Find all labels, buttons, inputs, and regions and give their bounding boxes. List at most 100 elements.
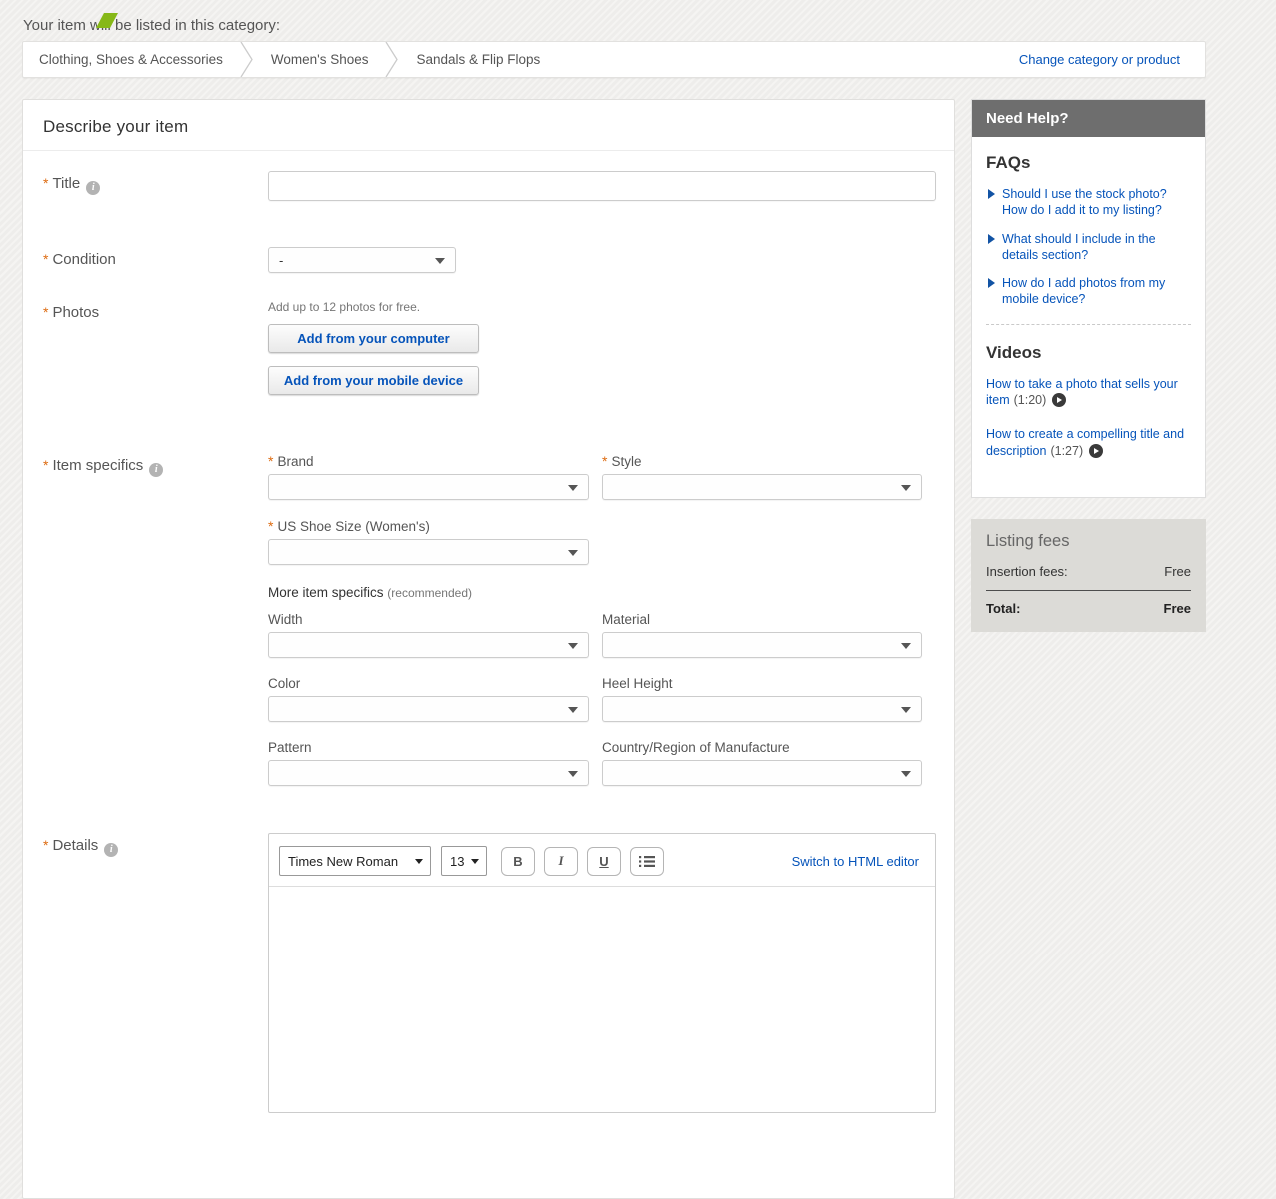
add-from-computer-button[interactable]: Add from your computer — [268, 324, 479, 353]
bullet-list-button[interactable] — [630, 847, 664, 876]
chevron-right-icon — [384, 42, 400, 77]
insertion-fees-label: Insertion fees: — [986, 564, 1068, 579]
details-editor: Times New Roman 13 B I U — [268, 833, 936, 1113]
faq-link[interactable]: What should I include in the details sec… — [1002, 231, 1191, 264]
style-dropdown[interactable] — [602, 474, 922, 500]
category-intro-text: Your item will be listed in this categor… — [23, 17, 1276, 34]
dropdown-caret-icon — [901, 485, 911, 491]
panel-header: Describe your item — [23, 100, 954, 151]
required-marker: * — [43, 175, 48, 191]
info-icon[interactable]: i — [149, 463, 163, 477]
font-family-select[interactable]: Times New Roman — [279, 846, 431, 876]
faq-link[interactable]: How do I add photos from my mobile devic… — [1002, 275, 1191, 308]
listing-fees-title: Listing fees — [986, 532, 1191, 551]
video-link[interactable]: How to create a compelling title and des… — [986, 427, 1184, 458]
listing-fees-panel: Listing fees Insertion fees: Free Total:… — [971, 519, 1206, 632]
title-input[interactable] — [268, 171, 936, 201]
condition-dropdown[interactable]: - — [268, 247, 456, 273]
videos-title: Videos — [986, 343, 1191, 363]
photos-label: Photos — [52, 304, 99, 321]
details-editor-content[interactable] — [269, 887, 935, 1087]
dropdown-caret-icon — [568, 771, 578, 777]
editor-toolbar: Times New Roman 13 B I U — [269, 834, 935, 887]
heel-height-dropdown[interactable] — [602, 696, 922, 722]
details-label-row: *Detailsi — [43, 833, 268, 1113]
details-label: Details — [52, 837, 98, 854]
condition-label-row: *Condition — [43, 247, 268, 273]
item-specifics-label-row: *Item specificsi — [43, 453, 268, 804]
spec-shoe-size: * US Shoe Size (Women's) — [268, 518, 589, 565]
title-label-row: *Titlei — [43, 171, 268, 201]
page-title: Describe your item — [43, 117, 934, 137]
style-label: Style — [611, 454, 641, 469]
required-marker: * — [602, 453, 607, 469]
material-dropdown[interactable] — [602, 632, 922, 658]
condition-selected-value: - — [279, 253, 283, 268]
need-help-header: Need Help? — [972, 100, 1205, 137]
video-duration: (1:27) — [1050, 444, 1083, 458]
bullet-list-icon — [639, 855, 655, 868]
spec-width: Width — [268, 612, 589, 658]
shoe-size-dropdown[interactable] — [268, 539, 589, 565]
play-icon[interactable] — [1089, 444, 1103, 458]
video-item-title[interactable]: How to create a compelling title and des… — [986, 426, 1191, 460]
need-help-panel: Need Help? FAQs Should I use the stock p… — [971, 99, 1206, 498]
more-heading-text: More item specifics — [268, 585, 384, 600]
title-label: Title — [52, 175, 80, 192]
breadcrumb-item-category[interactable]: Clothing, Shoes & Accessories — [23, 42, 239, 77]
country-label: Country/Region of Manufacture — [602, 740, 922, 755]
sidebar: Need Help? FAQs Should I use the stock p… — [971, 99, 1206, 632]
pattern-label: Pattern — [268, 740, 589, 755]
pattern-dropdown[interactable] — [268, 760, 589, 786]
dropdown-caret-icon — [568, 707, 578, 713]
required-marker: * — [268, 518, 273, 534]
heel-height-label: Heel Height — [602, 676, 922, 691]
font-size-select[interactable]: 13 — [441, 846, 487, 876]
photos-label-row: *Photos — [43, 300, 268, 408]
breadcrumb-item-leaf[interactable]: Sandals & Flip Flops — [400, 42, 556, 77]
arrow-right-icon — [988, 189, 995, 199]
arrow-right-icon — [988, 234, 995, 244]
bold-button[interactable]: B — [501, 847, 535, 876]
insertion-fees-value: Free — [1164, 564, 1191, 579]
italic-button[interactable]: I — [544, 847, 578, 876]
dropdown-caret-icon — [435, 258, 445, 264]
width-dropdown[interactable] — [268, 632, 589, 658]
total-value: Free — [1164, 601, 1191, 616]
spec-brand: * Brand — [268, 453, 589, 500]
brand-label: Brand — [277, 454, 313, 469]
video-item-photo[interactable]: How to take a photo that sells your item… — [986, 376, 1191, 410]
change-category-link[interactable]: Change category or product — [1019, 42, 1205, 77]
total-fees-row: Total: Free — [986, 591, 1191, 616]
spec-country: Country/Region of Manufacture — [602, 740, 922, 786]
info-icon[interactable]: i — [104, 843, 118, 857]
spec-heel-height: Heel Height — [602, 676, 922, 722]
faq-link[interactable]: Should I use the stock photo? How do I a… — [1002, 186, 1191, 219]
info-icon[interactable]: i — [86, 181, 100, 195]
arrow-right-icon — [988, 278, 995, 288]
shoe-size-label: US Shoe Size (Women's) — [277, 519, 429, 534]
faq-item-stock-photo[interactable]: Should I use the stock photo? How do I a… — [986, 186, 1191, 219]
faq-item-details-section[interactable]: What should I include in the details sec… — [986, 231, 1191, 264]
spec-color: Color — [268, 676, 589, 722]
color-label: Color — [268, 676, 589, 691]
add-from-mobile-button[interactable]: Add from your mobile device — [268, 366, 479, 395]
breadcrumb-item-subcategory[interactable]: Women's Shoes — [255, 42, 385, 77]
select-caret-icon — [471, 859, 479, 864]
brand-dropdown[interactable] — [268, 474, 589, 500]
dropdown-caret-icon — [901, 771, 911, 777]
required-marker: * — [268, 453, 273, 469]
play-icon[interactable] — [1052, 393, 1066, 407]
faqs-title: FAQs — [986, 153, 1191, 173]
recommended-note: (recommended) — [387, 586, 472, 600]
faq-item-mobile-photos[interactable]: How do I add photos from my mobile devic… — [986, 275, 1191, 308]
breadcrumb-spacer — [556, 42, 1019, 77]
spec-empty — [602, 518, 922, 565]
color-dropdown[interactable] — [268, 696, 589, 722]
switch-html-editor-link[interactable]: Switch to HTML editor — [792, 854, 923, 869]
required-marker: * — [43, 457, 48, 473]
country-dropdown[interactable] — [602, 760, 922, 786]
width-label: Width — [268, 612, 589, 627]
spec-pattern: Pattern — [268, 740, 589, 786]
underline-button[interactable]: U — [587, 847, 621, 876]
